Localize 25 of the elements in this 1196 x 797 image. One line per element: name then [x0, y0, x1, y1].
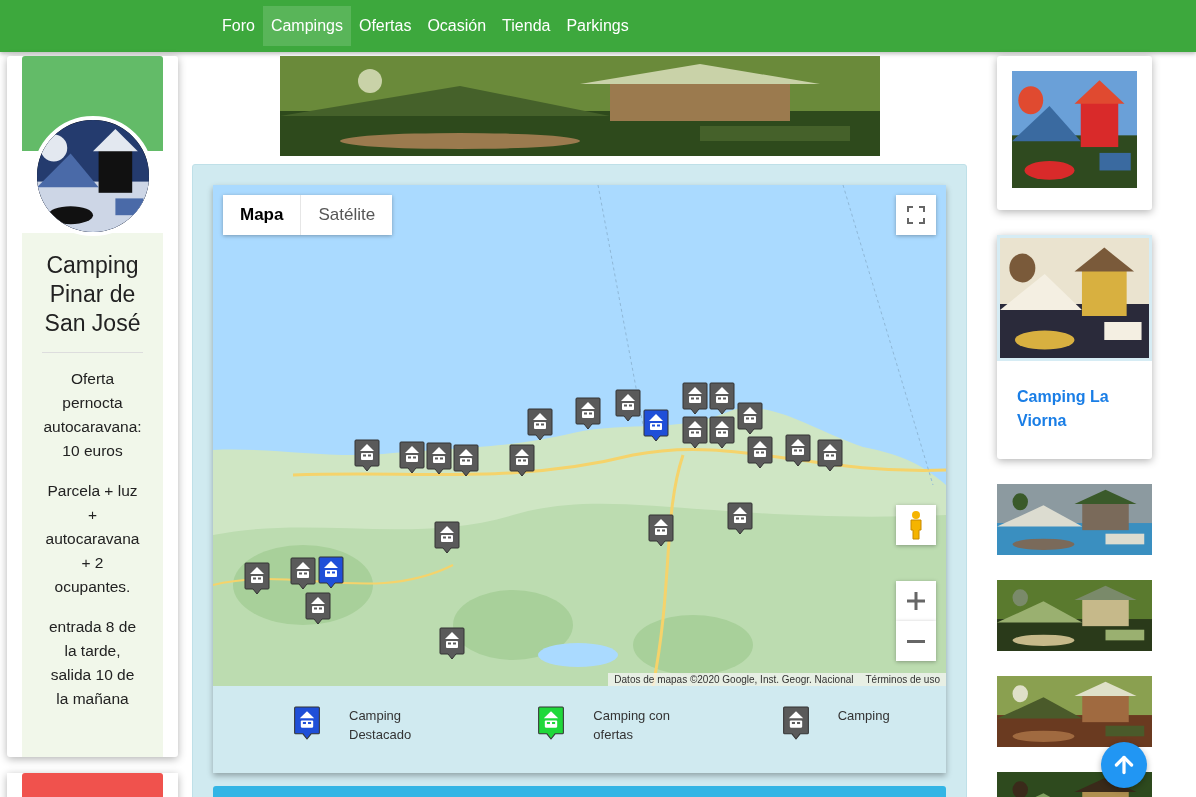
nav-link[interactable]: Parkings: [558, 6, 637, 46]
pegman-icon: [908, 510, 924, 540]
terms-link[interactable]: Términos de uso: [865, 674, 940, 685]
nav-link[interactable]: Foro: [214, 6, 263, 46]
legend-label: Camping: [837, 707, 891, 725]
offer-note: entrada 8 de la tarde, salida 10 de la mañana: [47, 617, 137, 709]
legend-label: Camping Destacado: [349, 707, 413, 744]
legend-label: Camping con ofertas: [593, 707, 671, 744]
attribution-text: Datos de mapas ©2020 Google, Inst. Geogr. Nacional: [614, 674, 854, 685]
map-type-button[interactable]: Satélite: [300, 195, 393, 235]
offer-note: Parcela + luz + autocaravana + 2 ocupantes.: [44, 481, 141, 597]
camping-title: Camping Pinar de San José: [42, 251, 143, 353]
nav-link[interactable]: Tienda: [494, 6, 559, 46]
zoom-out-button[interactable]: [896, 621, 936, 661]
zoom-in-button[interactable]: [896, 581, 936, 621]
map-type-button[interactable]: Mapa: [223, 195, 301, 235]
nav-link[interactable]: Ocasión: [419, 6, 495, 46]
offer-note: Oferta pernocta autocaravana: 10 euros: [42, 369, 143, 461]
camping-link[interactable]: Camping La Viorna: [997, 361, 1152, 459]
fullscreen-button[interactable]: [896, 195, 936, 235]
plus-icon: [907, 592, 925, 610]
nav-link[interactable]: Ofertas: [350, 6, 420, 46]
minus-icon: [907, 639, 925, 643]
nav-link[interactable]: Campings: [262, 6, 351, 46]
fullscreen-icon: [907, 206, 925, 224]
